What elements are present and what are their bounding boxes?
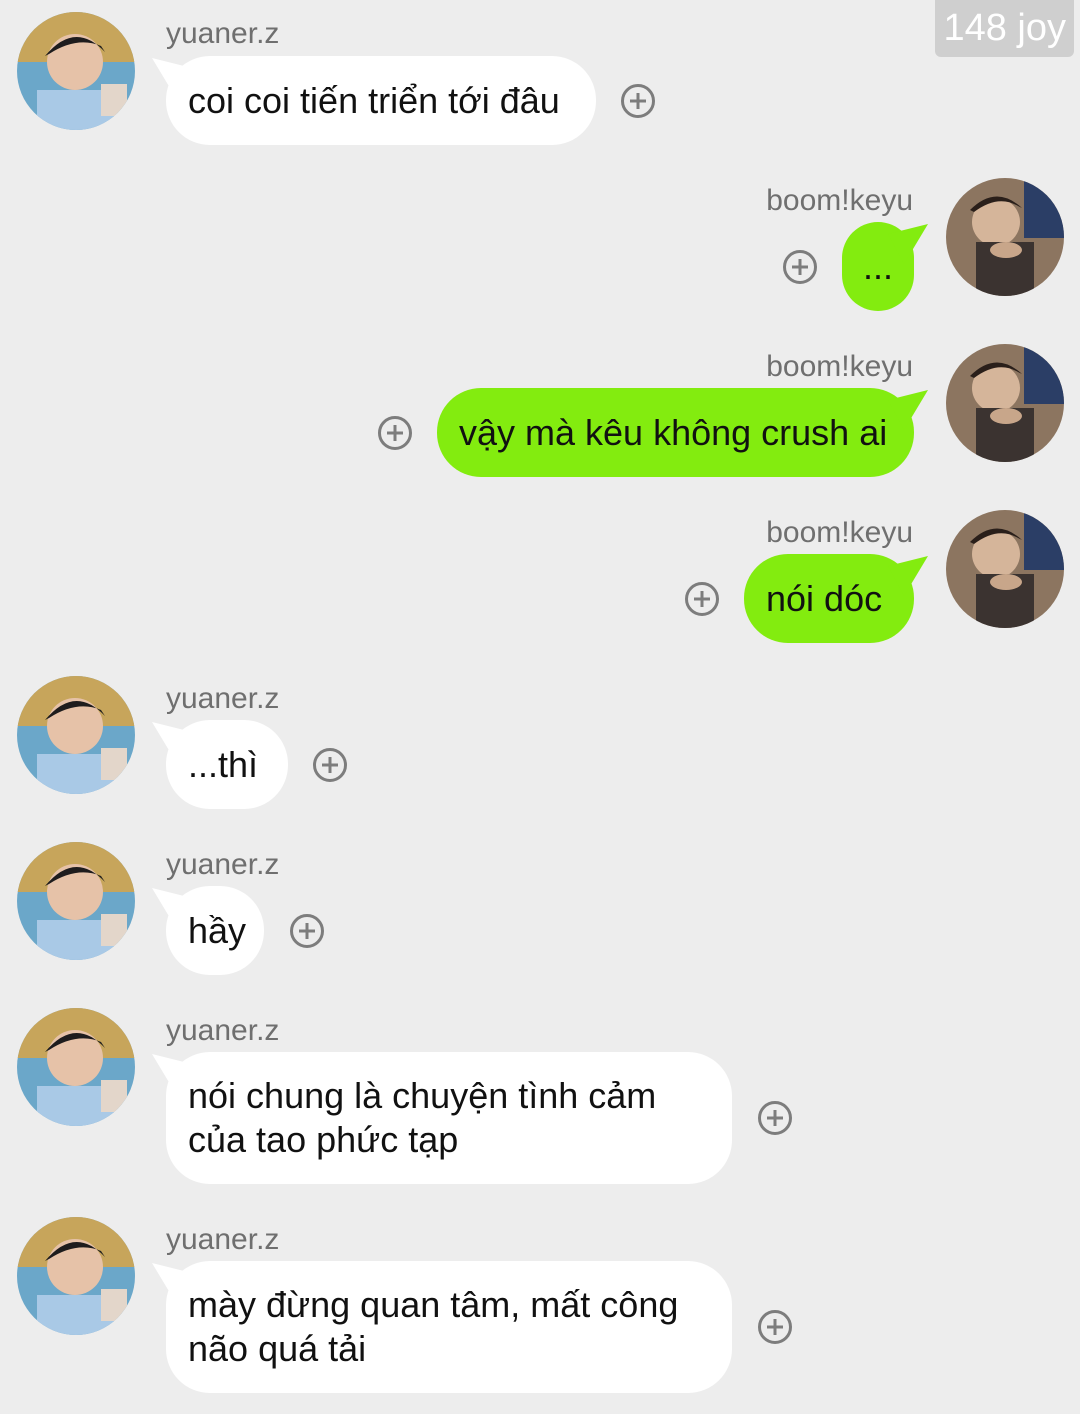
sender-name: yuaner.z <box>166 848 280 881</box>
add-reaction-icon[interactable] <box>621 84 655 118</box>
message-bubble[interactable]: hầy <box>166 886 264 975</box>
message-bubble[interactable]: nói dóc <box>744 554 914 643</box>
message-text: nói dóc <box>766 577 883 619</box>
watermark-badge: 148 joy <box>935 0 1074 57</box>
add-reaction-icon[interactable] <box>758 1310 792 1344</box>
add-reaction-icon[interactable] <box>378 416 412 450</box>
message-bubble[interactable]: nói chung là chuyện tình cảm của tao phứ… <box>166 1052 732 1184</box>
avatar-keyu[interactable] <box>946 178 1064 296</box>
message-text: mày đừng quan tâm, mất công não quá tải <box>188 1284 679 1369</box>
avatar-yuaner[interactable] <box>17 676 135 794</box>
avatar-yuaner[interactable] <box>17 12 135 130</box>
avatar-yuaner[interactable] <box>17 842 135 960</box>
message-bubble[interactable]: vậy mà kêu không crush ai <box>437 388 914 477</box>
message-text: ... <box>862 245 893 287</box>
add-reaction-icon[interactable] <box>758 1101 792 1135</box>
avatar-yuaner[interactable] <box>17 1008 135 1126</box>
add-reaction-icon[interactable] <box>313 748 347 782</box>
message-text: coi coi tiến triển tới đâu <box>188 79 560 121</box>
message-bubble[interactable]: mày đừng quan tâm, mất công não quá tải <box>166 1261 732 1393</box>
sender-name: yuaner.z <box>166 17 280 50</box>
sender-name: boom!keyu <box>766 516 913 549</box>
message-text: vậy mà kêu không crush ai <box>459 411 888 453</box>
message-text: ...thì <box>188 743 259 785</box>
add-reaction-icon[interactable] <box>783 250 817 284</box>
message-text: nói chung là chuyện tình cảm của tao phứ… <box>188 1075 657 1160</box>
sender-name: boom!keyu <box>766 184 913 217</box>
message-text: hầy <box>188 909 247 951</box>
add-reaction-icon[interactable] <box>685 582 719 616</box>
sender-name: yuaner.z <box>166 1223 280 1256</box>
avatar-yuaner[interactable] <box>17 1217 135 1335</box>
message-bubble[interactable]: ...thì <box>166 720 288 809</box>
message-bubble[interactable]: coi coi tiến triển tới đâu <box>166 56 596 145</box>
message-bubble[interactable]: ... <box>842 222 914 311</box>
avatar-keyu[interactable] <box>946 344 1064 462</box>
sender-name: boom!keyu <box>766 350 913 383</box>
sender-name: yuaner.z <box>166 682 280 715</box>
avatar-keyu[interactable] <box>946 510 1064 628</box>
add-reaction-icon[interactable] <box>290 914 324 948</box>
sender-name: yuaner.z <box>166 1014 280 1047</box>
